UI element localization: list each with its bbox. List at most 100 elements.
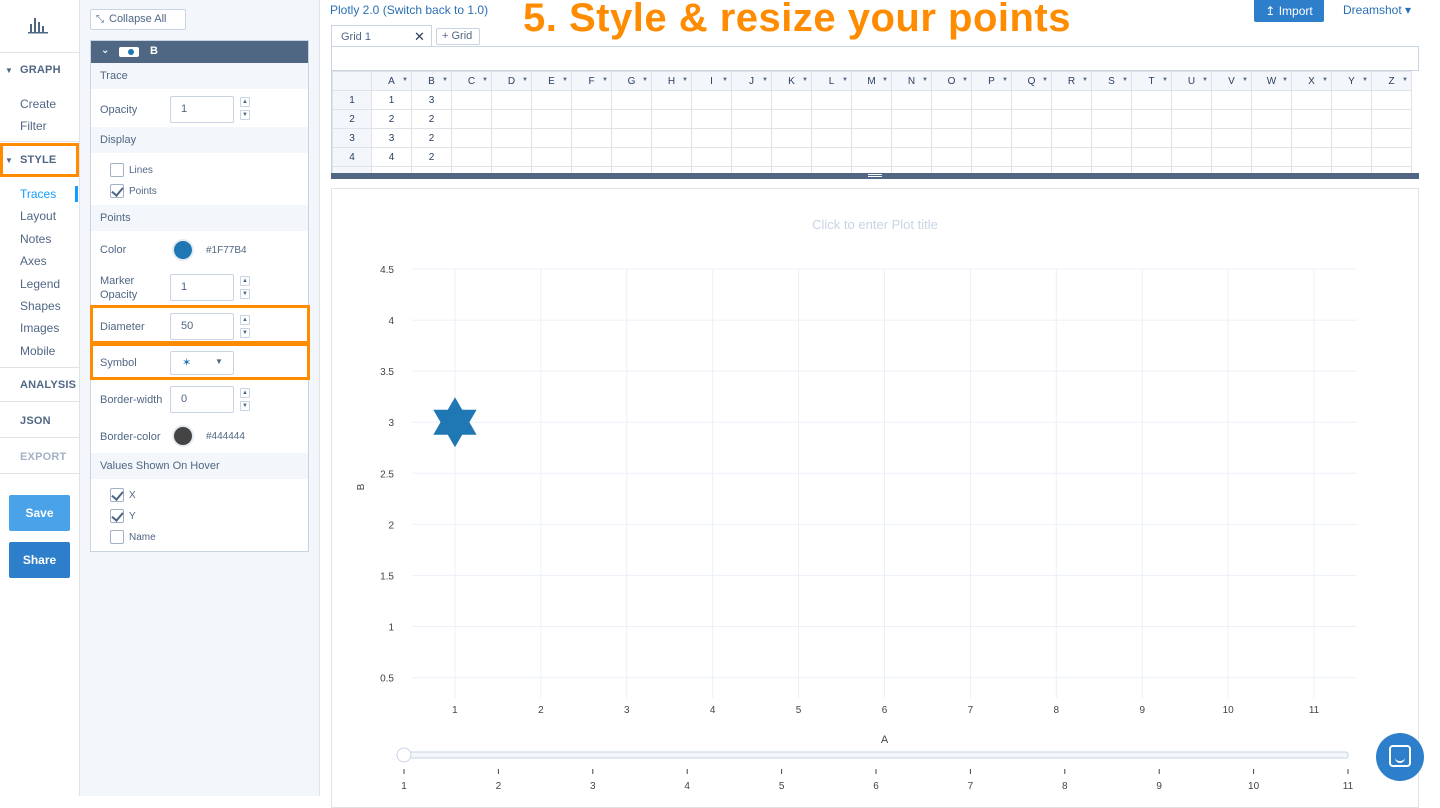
user-menu[interactable]: Dreamshot ▾ xyxy=(1343,3,1411,17)
table-cell[interactable] xyxy=(491,90,532,110)
table-cell[interactable] xyxy=(1051,90,1092,110)
nav-style[interactable]: ▼ STYLE xyxy=(5,154,56,166)
table-cell[interactable] xyxy=(1211,109,1252,129)
table-cell[interactable] xyxy=(1331,109,1372,129)
column-menu-icon[interactable]: ▼ xyxy=(1002,77,1008,83)
chat-button[interactable] xyxy=(1376,733,1424,781)
import-button[interactable]: ↥ Import xyxy=(1254,0,1324,22)
column-menu-icon[interactable]: ▼ xyxy=(1122,77,1128,83)
nav-create[interactable]: Create xyxy=(20,97,56,111)
corner-cell[interactable] xyxy=(332,71,372,91)
table-cell[interactable] xyxy=(891,90,932,110)
table-cell[interactable]: 3 xyxy=(411,90,452,110)
column-menu-icon[interactable]: ▼ xyxy=(722,77,728,83)
column-menu-icon[interactable]: ▼ xyxy=(882,77,888,83)
column-header[interactable]: H ▼ xyxy=(651,71,692,91)
x-axis-label[interactable]: A xyxy=(881,734,889,746)
column-menu-icon[interactable]: ▼ xyxy=(442,77,448,83)
nav-shapes[interactable]: Shapes xyxy=(20,299,61,313)
table-cell[interactable] xyxy=(811,90,852,110)
table-cell[interactable] xyxy=(1051,147,1092,167)
column-header[interactable]: E ▼ xyxy=(531,71,572,91)
column-menu-icon[interactable]: ▼ xyxy=(1282,77,1288,83)
table-cell[interactable]: 2 xyxy=(411,147,452,167)
table-cell[interactable]: 2 xyxy=(371,109,412,129)
row-number[interactable]: 4 xyxy=(332,147,372,167)
column-menu-icon[interactable]: ▼ xyxy=(522,77,528,83)
table-cell[interactable] xyxy=(771,128,812,148)
table-cell[interactable] xyxy=(971,90,1012,110)
column-header[interactable]: U ▼ xyxy=(1171,71,1212,91)
table-cell[interactable] xyxy=(531,128,572,148)
table-cell[interactable] xyxy=(931,147,972,167)
opacity-stepper[interactable]: ▲ ▼ xyxy=(240,97,250,121)
y-axis-label[interactable]: B xyxy=(356,483,367,490)
nav-mobile[interactable]: Mobile xyxy=(20,344,55,358)
table-cell[interactable] xyxy=(1371,128,1412,148)
table-cell[interactable] xyxy=(851,109,892,129)
table-cell[interactable] xyxy=(1091,90,1132,110)
column-header[interactable]: W ▼ xyxy=(1251,71,1292,91)
table-cell[interactable] xyxy=(651,147,692,167)
border-width-stepper[interactable]: ▲ ▼ xyxy=(240,388,250,412)
hover-name-checkbox[interactable] xyxy=(110,530,124,544)
grid-plot-splitter[interactable] xyxy=(331,173,1419,179)
table-cell[interactable] xyxy=(811,128,852,148)
table-cell[interactable] xyxy=(1371,109,1412,129)
nav-images[interactable]: Images xyxy=(20,321,59,335)
table-cell[interactable] xyxy=(1291,128,1332,148)
column-header[interactable]: Q ▼ xyxy=(1011,71,1052,91)
column-header[interactable]: C ▼ xyxy=(451,71,492,91)
column-menu-icon[interactable]: ▼ xyxy=(962,77,968,83)
column-menu-icon[interactable]: ▼ xyxy=(482,77,488,83)
table-cell[interactable] xyxy=(891,147,932,167)
row-number[interactable]: 1 xyxy=(332,90,372,110)
marker-opacity-stepper[interactable]: ▲ ▼ xyxy=(240,276,250,300)
table-cell[interactable] xyxy=(451,128,492,148)
table-cell[interactable] xyxy=(891,109,932,129)
marker-opacity-input[interactable]: 1 xyxy=(170,274,234,301)
table-cell[interactable] xyxy=(1371,147,1412,167)
column-menu-icon[interactable]: ▼ xyxy=(1082,77,1088,83)
nav-filter[interactable]: Filter xyxy=(20,119,47,133)
table-cell[interactable] xyxy=(851,147,892,167)
table-cell[interactable] xyxy=(731,147,772,167)
spreadsheet[interactable]: A ▼ B ▼ C ▼ D ▼ E ▼ F ▼ G ▼ H ▼ I ▼ J ▼ K ▼ L ▼ M ▼ N ▼ O ▼ P ▼ Q ▼ R ▼ S ▼ T ▼… xyxy=(331,71,1419,173)
nav-json[interactable]: JSON xyxy=(20,415,51,427)
table-cell[interactable]: 3 xyxy=(371,128,412,148)
column-header[interactable]: R ▼ xyxy=(1051,71,1092,91)
table-cell[interactable] xyxy=(931,90,972,110)
table-cell[interactable] xyxy=(731,128,772,148)
table-cell[interactable] xyxy=(1051,109,1092,129)
table-cell[interactable] xyxy=(891,128,932,148)
table-cell[interactable] xyxy=(691,90,732,110)
column-header[interactable]: X ▼ xyxy=(1291,71,1332,91)
range-slider-track[interactable] xyxy=(403,751,1349,759)
table-cell[interactable] xyxy=(1331,90,1372,110)
table-cell[interactable] xyxy=(451,90,492,110)
table-cell[interactable] xyxy=(571,90,612,110)
table-cell[interactable]: 4 xyxy=(371,147,412,167)
table-cell[interactable] xyxy=(1211,128,1252,148)
column-menu-icon[interactable]: ▼ xyxy=(402,77,408,83)
table-cell[interactable]: 2 xyxy=(411,109,452,129)
table-cell[interactable] xyxy=(771,109,812,129)
column-header[interactable]: N ▼ xyxy=(891,71,932,91)
range-slider-handle[interactable] xyxy=(396,747,412,763)
table-cell[interactable] xyxy=(731,90,772,110)
table-cell[interactable] xyxy=(971,128,1012,148)
table-cell[interactable] xyxy=(1091,128,1132,148)
table-cell[interactable] xyxy=(691,109,732,129)
table-cell[interactable] xyxy=(1011,90,1052,110)
close-icon[interactable]: ✕ xyxy=(414,26,425,48)
table-cell[interactable] xyxy=(1251,109,1292,129)
table-cell[interactable] xyxy=(611,109,652,129)
column-header[interactable]: I ▼ xyxy=(691,71,732,91)
table-cell[interactable] xyxy=(611,128,652,148)
table-cell[interactable] xyxy=(1011,147,1052,167)
table-cell[interactable] xyxy=(691,128,732,148)
table-cell[interactable] xyxy=(571,128,612,148)
column-menu-icon[interactable]: ▼ xyxy=(1042,77,1048,83)
table-cell[interactable] xyxy=(651,128,692,148)
nav-axes[interactable]: Axes xyxy=(20,254,47,268)
